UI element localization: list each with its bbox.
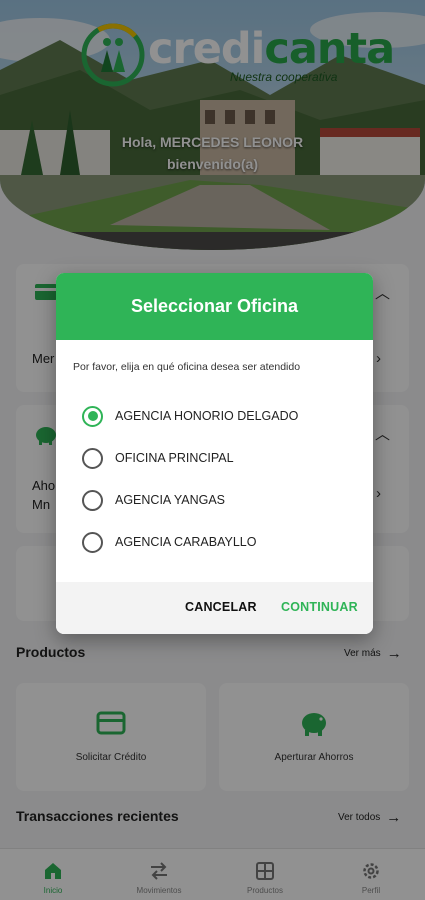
- radio-unselected-icon[interactable]: [82, 447, 103, 469]
- office-option-label: AGENCIA HONORIO DELGADO: [115, 409, 299, 423]
- dialog-title: Seleccionar Oficina: [130, 296, 299, 316]
- office-option-label: AGENCIA CARABAYLLO: [115, 535, 257, 549]
- office-option-yangas[interactable]: AGENCIA YANGAS: [82, 487, 352, 513]
- office-option-label: OFICINA PRINCIPAL: [115, 451, 234, 465]
- office-option-label: AGENCIA YANGAS: [115, 493, 225, 507]
- continue-button[interactable]: CONTINUAR: [281, 600, 358, 614]
- radio-unselected-icon[interactable]: [82, 531, 103, 553]
- office-option-honorio-delgado[interactable]: AGENCIA HONORIO DELGADO: [82, 403, 352, 429]
- dialog-actions: CANCELAR CONTINUAR: [56, 582, 373, 634]
- radio-selected-icon[interactable]: [82, 405, 103, 427]
- office-option-oficina-principal[interactable]: OFICINA PRINCIPAL: [82, 445, 352, 471]
- dialog-message: Por favor, elija en qué oficina desea se…: [73, 361, 301, 373]
- office-option-carabayllo[interactable]: AGENCIA CARABAYLLO: [82, 529, 352, 555]
- select-office-dialog: Seleccionar Oficina Por favor, elija en …: [56, 273, 373, 634]
- dialog-header: Seleccionar Oficina: [56, 273, 373, 340]
- cancel-button[interactable]: CANCELAR: [185, 600, 257, 614]
- radio-unselected-icon[interactable]: [82, 489, 103, 511]
